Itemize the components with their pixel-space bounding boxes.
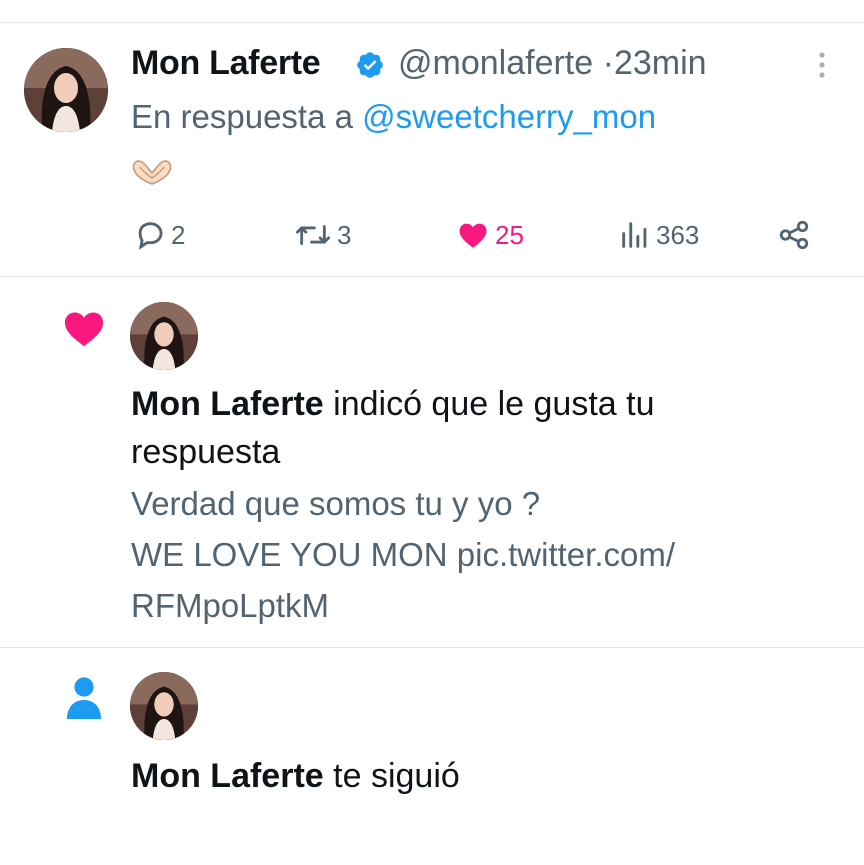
share-action-button[interactable] — [777, 216, 811, 254]
follow-notification-message: te siguió — [333, 757, 460, 795]
like-notification-actor[interactable]: Mon Laferte — [131, 385, 324, 423]
views-action-button[interactable]: 363 — [618, 216, 699, 254]
views-chart-icon — [622, 222, 647, 248]
separator-dot: · — [602, 44, 614, 82]
reply-action-button[interactable]: 2 — [133, 216, 185, 254]
retweet-count: 3 — [337, 219, 352, 250]
like-count: 25 — [495, 219, 524, 250]
more-options-icon[interactable] — [812, 50, 832, 80]
tweet-divider — [0, 276, 864, 277]
liked-heart-icon — [459, 223, 487, 248]
views-count: 363 — [656, 219, 700, 250]
notification-divider — [0, 647, 864, 648]
tweet-handle[interactable]: @monlaferte — [398, 44, 593, 82]
like-action-button[interactable]: 25 — [455, 216, 524, 254]
retweet-action-button[interactable]: 3 — [293, 216, 351, 254]
follow-notification-person-icon — [67, 677, 101, 719]
tweet-author-name[interactable]: Mon Laferte — [131, 44, 321, 83]
reply-icon — [138, 222, 163, 250]
follow-notification-text[interactable]: Mon Laferte te siguió — [131, 752, 771, 800]
quote-line-3: RFMpoLptkM — [131, 587, 330, 624]
reply-count: 2 — [171, 219, 186, 250]
tweet-author-avatar[interactable] — [24, 48, 108, 132]
reply-context: En respuesta a @sweetcherry_mon — [131, 98, 656, 136]
top-divider — [0, 22, 864, 23]
retweet-icon — [296, 225, 331, 245]
reply-mention-link[interactable]: @sweetcherry_mon — [362, 98, 656, 135]
like-notification-heart-icon — [64, 312, 104, 347]
heart-hands-emoji-icon — [132, 160, 172, 185]
like-notification-avatar[interactable] — [130, 302, 198, 370]
share-icon — [779, 220, 809, 250]
quote-line-1: Verdad que somos tu y yo ? — [131, 485, 541, 522]
tweet-time[interactable]: 23min — [614, 44, 707, 82]
like-notification-text[interactable]: Mon Laferte indicó que le gusta tu respu… — [131, 380, 771, 476]
quote-line-2: WE LOVE YOU MON pic.twitter.com/ — [131, 536, 676, 573]
follow-notification-avatar[interactable] — [130, 672, 198, 740]
reply-prefix: En respuesta a — [131, 98, 353, 135]
follow-notification-actor[interactable]: Mon Laferte — [131, 757, 324, 795]
liked-reply-quote[interactable]: Verdad que somos tu y yo ? WE LOVE YOU M… — [131, 478, 791, 631]
verified-badge-icon — [357, 52, 383, 78]
tweet-handle-time: @monlaferte ·23min — [398, 44, 707, 83]
